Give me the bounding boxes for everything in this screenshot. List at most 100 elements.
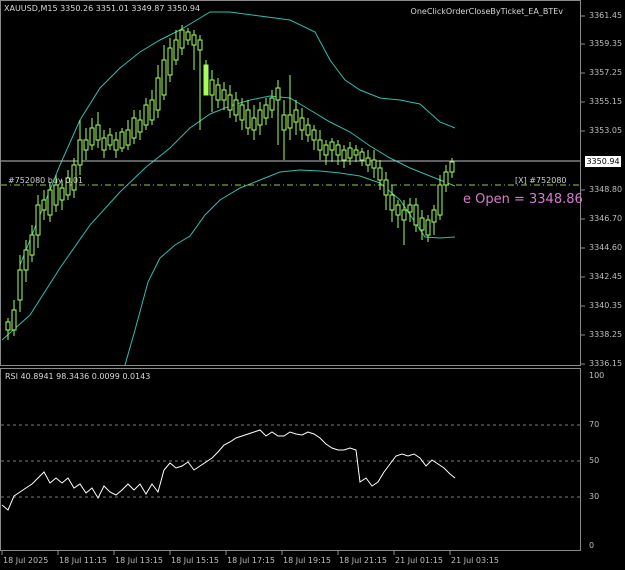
candle-body — [161, 59, 167, 96]
chart-frame — [0, 0, 585, 555]
candle-body — [209, 79, 215, 96]
y-tick: 3357.25 — [589, 68, 623, 77]
candle-body — [107, 134, 113, 146]
candle-body — [215, 84, 221, 101]
rsi-y-tick: 70 — [589, 420, 600, 429]
rsi-level-lines — [1, 424, 580, 498]
candle-body — [431, 209, 437, 223]
y-tick: 3355.15 — [589, 97, 623, 106]
candle-body — [155, 77, 161, 111]
candle-body — [77, 139, 83, 166]
candle-body — [263, 104, 269, 119]
candle-body — [419, 217, 425, 231]
x-tick: 18 Jul 21:15 — [339, 556, 387, 565]
candle-body — [257, 109, 263, 126]
candle-body — [167, 47, 173, 76]
candle-body — [359, 151, 365, 161]
candle-body — [137, 119, 143, 133]
candle-body — [5, 321, 11, 331]
rsi-y-tick: 0 — [589, 541, 595, 550]
candle-body — [443, 171, 449, 186]
candle-body — [407, 204, 413, 213]
candle-body — [347, 147, 353, 159]
candle-body — [125, 129, 131, 146]
candle-body — [425, 219, 431, 236]
candle-body — [149, 99, 155, 121]
rsi-y-tick: 30 — [589, 492, 600, 501]
candle-body — [59, 187, 65, 201]
y-tick: 3336.15 — [589, 359, 623, 368]
bollinger-middle — [1, 95, 456, 341]
candle-body — [227, 94, 233, 111]
candle-body — [11, 309, 17, 331]
y-tick: 3344.60 — [589, 243, 623, 252]
x-tick: 21 Jul 01:15 — [395, 556, 443, 565]
ea-name-label: OneClickOrderCloseByTicket_EA_BTEv — [410, 7, 563, 16]
candle-body — [329, 141, 335, 151]
candle-body — [287, 114, 293, 129]
candle-body — [323, 144, 329, 156]
candle-body — [365, 157, 371, 166]
order-left-label: #752080 buy 0.01 — [8, 176, 84, 185]
y-tick: 3346.70 — [589, 214, 623, 223]
candle-body — [395, 204, 401, 216]
candle-body — [203, 64, 209, 96]
candle-body — [377, 167, 383, 181]
bollinger-upper — [19, 11, 456, 266]
candle-body — [221, 89, 227, 101]
y-tick: 3361.45 — [589, 11, 623, 20]
candle-body — [23, 249, 29, 271]
candle-body — [437, 184, 443, 216]
candle-body — [401, 209, 407, 221]
candle-body — [311, 129, 317, 141]
candle-body — [269, 97, 275, 111]
candle-body — [173, 39, 179, 61]
candle-body — [371, 159, 377, 169]
main-axis-ticks — [581, 15, 585, 365]
candle-body — [383, 179, 389, 196]
rsi-line — [1, 429, 456, 511]
order-close-button[interactable]: [X] #752080 — [515, 176, 567, 185]
candle-body — [95, 124, 101, 141]
candle-body — [299, 117, 305, 131]
candle-body — [35, 204, 41, 236]
candle-body — [47, 189, 53, 216]
candle-body — [335, 144, 341, 156]
rsi-header: RSI 40.8941 98.3436 0.0099 0.0143 — [5, 372, 151, 381]
x-tick: 18 Jul 19:15 — [283, 556, 331, 565]
candle-body — [17, 269, 23, 301]
candle-body — [53, 184, 59, 206]
candle-body — [317, 139, 323, 151]
candle-body — [89, 127, 95, 146]
candle-body — [389, 194, 395, 211]
candle-body — [41, 199, 47, 211]
candle-body — [83, 139, 89, 151]
candle-body — [281, 114, 287, 131]
bollinger-lower — [124, 169, 456, 366]
y-tick: 3338.25 — [589, 330, 623, 339]
x-tick: 18 Jul 2025 — [3, 556, 49, 565]
x-tick: 18 Jul 13:15 — [115, 556, 163, 565]
candle-body — [29, 234, 35, 256]
candle-body — [101, 137, 107, 151]
y-tick: 3340.35 — [589, 301, 623, 310]
candle-body — [197, 39, 203, 51]
candle-body — [413, 204, 419, 226]
y-tick: 3353.05 — [589, 126, 623, 135]
x-tick: 18 Jul 17:15 — [227, 556, 275, 565]
candle-body — [353, 149, 359, 156]
x-tick: 21 Jul 03:15 — [451, 556, 499, 565]
candle-body — [245, 109, 251, 129]
rsi-panel-border — [0, 368, 581, 551]
y-tick: 3359.35 — [589, 39, 623, 48]
y-tick: 3342.45 — [589, 272, 623, 281]
candle-body — [143, 104, 149, 126]
candle-body — [449, 161, 455, 173]
candle-body — [131, 117, 137, 139]
candle-body — [119, 131, 125, 149]
candle-body — [305, 124, 311, 136]
x-axis-ticks — [1, 551, 451, 555]
candle-body — [113, 139, 119, 151]
rsi-y-tick: 100 — [589, 371, 605, 380]
x-tick: 18 Jul 15:15 — [171, 556, 219, 565]
